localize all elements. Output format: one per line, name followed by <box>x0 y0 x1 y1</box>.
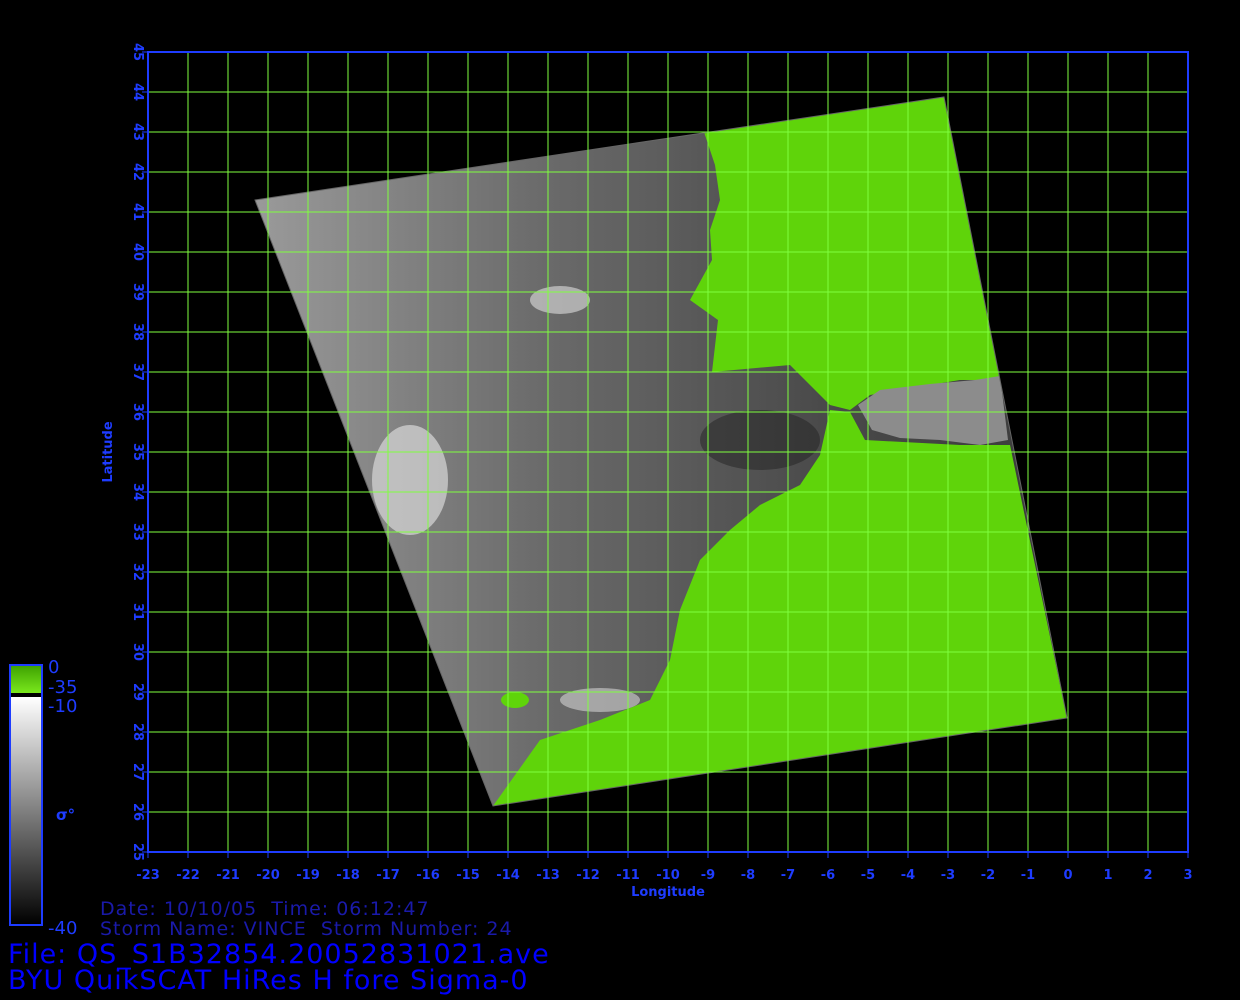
latitude-tick-label: 43 <box>130 123 145 141</box>
latitude-tick-label: 38 <box>130 323 145 341</box>
longitude-tick-label: -2 <box>981 868 995 883</box>
latitude-tick-label: 25 <box>130 843 145 861</box>
lat-lon-grid <box>148 52 1188 852</box>
longitude-tick-label: 2 <box>1143 868 1152 883</box>
longitude-tick-label: -10 <box>656 868 680 883</box>
latitude-tick-label: 42 <box>130 163 145 181</box>
dark-sea-patch <box>700 410 820 470</box>
longitude-tick-label: -23 <box>136 868 160 883</box>
latitude-tick-label: 29 <box>130 683 145 701</box>
colorbar-label-top: 0 <box>48 657 59 678</box>
longitude-tick-label: -1 <box>1021 868 1035 883</box>
colorbar-gray-section <box>10 697 42 925</box>
longitude-tick-label: -14 <box>496 868 520 883</box>
longitude-tick-label: -4 <box>901 868 915 883</box>
longitude-tick-label: -20 <box>256 868 280 883</box>
longitude-tick-label: -3 <box>941 868 955 883</box>
latitude-tick-label: 40 <box>130 243 145 261</box>
latitude-tick-label: 33 <box>130 523 145 541</box>
latitude-tick-label: 31 <box>130 603 145 621</box>
longitude-tick-label: -11 <box>616 868 640 883</box>
colorbar-symbol: σ° <box>56 806 75 824</box>
date-time-line: Date: 10/10/05 Time: 06:12:47 <box>100 898 430 920</box>
latitude-tick-label: 36 <box>130 403 145 421</box>
latitude-tick-label: 30 <box>130 643 145 661</box>
longitude-tick-label: -6 <box>821 868 835 883</box>
longitude-ticks: -23 -22 -21 -20 -19 -18 -17 -16 -15 -14 -13 -12 -11-… <box>136 852 1193 883</box>
longitude-tick-label: -12 <box>576 868 600 883</box>
latitude-tick-label: 45 <box>130 43 145 61</box>
product-line: BYU QuikSCAT HiRes H fore Sigma-0 <box>8 965 529 996</box>
longitude-tick-label: -15 <box>456 868 480 883</box>
longitude-tick-label: 3 <box>1183 868 1192 883</box>
longitude-tick-label: -17 <box>376 868 400 883</box>
longitude-tick-label: -18 <box>336 868 360 883</box>
longitude-tick-label: -9 <box>701 868 715 883</box>
colorbar-label-sea-high: -10 <box>48 696 77 717</box>
colorbar-label-bottom: -40 <box>48 918 77 939</box>
longitude-tick-label: -21 <box>216 868 240 883</box>
longitude-tick-label: -16 <box>416 868 440 883</box>
latitude-tick-label: 26 <box>130 803 145 821</box>
longitude-tick-label: 1 <box>1103 868 1112 883</box>
latitude-tick-label: 37 <box>130 363 145 381</box>
x-axis-label: Longitude <box>631 885 705 900</box>
latitude-tick-label: 35 <box>130 443 145 461</box>
latitude-tick-label: 39 <box>130 283 145 301</box>
longitude-tick-label: -7 <box>781 868 795 883</box>
storm-line: Storm Name: VINCE Storm Number: 24 <box>100 918 513 940</box>
longitude-tick-label: -8 <box>741 868 755 883</box>
scatterometer-map: -23 -22 -21 -20 -19 -18 -17 -16 -15 -14 -13 -12 -11-… <box>9 43 1193 939</box>
bright-sea-patch <box>372 425 448 535</box>
longitude-tick-label: 0 <box>1063 868 1072 883</box>
y-axis-label: Latitude <box>101 421 116 483</box>
latitude-tick-label: 34 <box>130 483 145 501</box>
latitude-tick-label: 27 <box>130 763 145 781</box>
latitude-tick-label: 32 <box>130 563 145 581</box>
longitude-tick-label: -13 <box>536 868 560 883</box>
longitude-tick-label: -22 <box>176 868 200 883</box>
colorbar: 0 -35 -10 -40 σ° <box>9 657 77 939</box>
longitude-tick-label: -5 <box>861 868 875 883</box>
latitude-ticks: 25 26 27 28 29 30 31 32 33 34 35 36 37 38 39 40 41 42 43 44… <box>130 43 148 861</box>
latitude-tick-label: 41 <box>130 203 145 221</box>
colorbar-green-section <box>10 665 42 693</box>
canary-island <box>501 692 529 708</box>
colorbar-label-land-low: -35 <box>48 677 77 698</box>
latitude-tick-label: 28 <box>130 723 145 741</box>
bright-sea-patch <box>530 286 590 314</box>
longitude-tick-label: -19 <box>296 868 320 883</box>
latitude-tick-label: 44 <box>130 83 145 101</box>
